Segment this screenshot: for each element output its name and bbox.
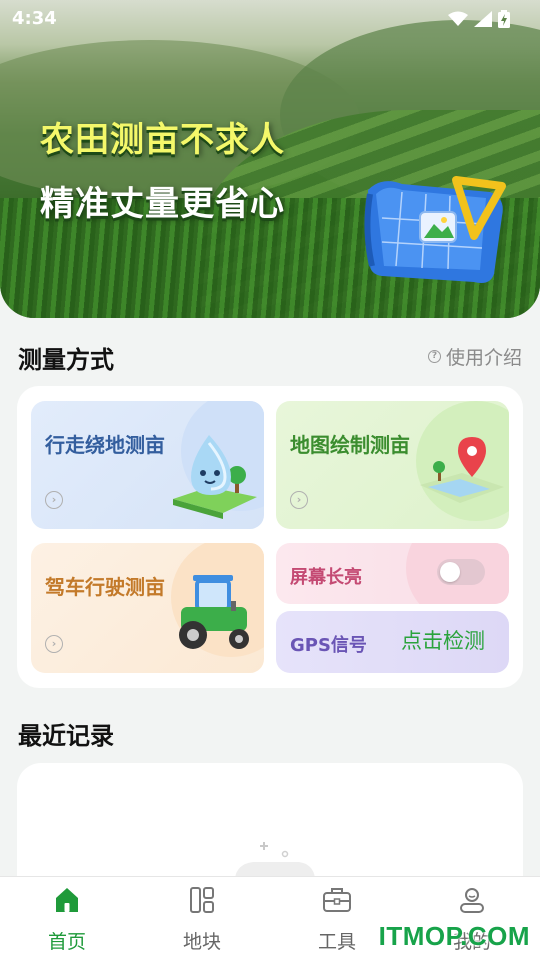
screen-on-tile: 屏幕长亮 [276,543,509,604]
help-link[interactable]: ? 使用介绍 [427,343,522,370]
home-icon [56,888,78,912]
recent-records-card [17,763,523,898]
question-icon: ? [427,350,441,363]
status-time: 4:34 [12,8,57,29]
tab-tools-label: 工具 [317,931,356,953]
section-title-methods: 测量方式 [18,346,114,374]
methods-card: 行走绕地测亩 › 地图绘制测亩 › 驾车行驶测亩 › 屏幕长亮 GPS信号 点击… [17,386,523,688]
gps-check-button[interactable]: 点击检测 [401,625,485,655]
help-label: 使用介绍 [445,347,522,369]
profile-icon [460,888,484,913]
droplet-mascot-icon [173,435,257,519]
watermark-text: ITMOP.COM [378,921,530,951]
tab-home[interactable]: 首页 [27,885,107,954]
map-ruler-illustration [364,176,506,283]
map-draw-tile[interactable]: 地图绘制测亩 › [276,401,509,529]
walk-measure-label: 行走绕地测亩 [45,433,165,457]
status-bar: 4:34 [12,8,510,30]
walk-measure-tile[interactable]: 行走绕地测亩 › [31,401,264,529]
tab-plots[interactable]: 地块 [162,885,242,954]
chevron-right-icon: › [290,491,308,509]
tab-home-label: 首页 [47,931,86,953]
wifi-icon [448,11,468,26]
banner-slogan-line2: 精准丈量更省心 [40,184,285,224]
screen-on-toggle[interactable] [437,559,485,585]
screen-on-label: 屏幕长亮 [290,567,362,588]
map-draw-label: 地图绘制测亩 [290,433,410,457]
toolbox-icon [323,888,351,912]
battery-icon [498,10,510,28]
plots-icon [190,887,214,913]
signal-icon [474,11,492,27]
chevron-right-icon: › [45,635,63,653]
chevron-right-icon: › [45,491,63,509]
gps-signal-tile[interactable]: GPS信号 点击检测 [276,611,509,673]
drive-measure-tile[interactable]: 驾车行驶测亩 › [31,543,264,673]
gps-signal-label: GPS信号 [290,635,367,656]
tab-tools[interactable]: 工具 [297,885,377,954]
section-title-recent: 最近记录 [18,722,114,750]
drive-measure-label: 驾车行驶测亩 [45,575,165,599]
toggle-knob [440,562,460,582]
hero-banner: 4:34 农田测亩不求人 精准丈量更省心 [0,0,540,318]
map-pin-icon [420,437,504,503]
status-icons [448,10,510,28]
tractor-icon [179,575,249,649]
tab-plots-label: 地块 [182,931,221,953]
banner-slogan-line1: 农田测亩不求人 [40,120,285,160]
